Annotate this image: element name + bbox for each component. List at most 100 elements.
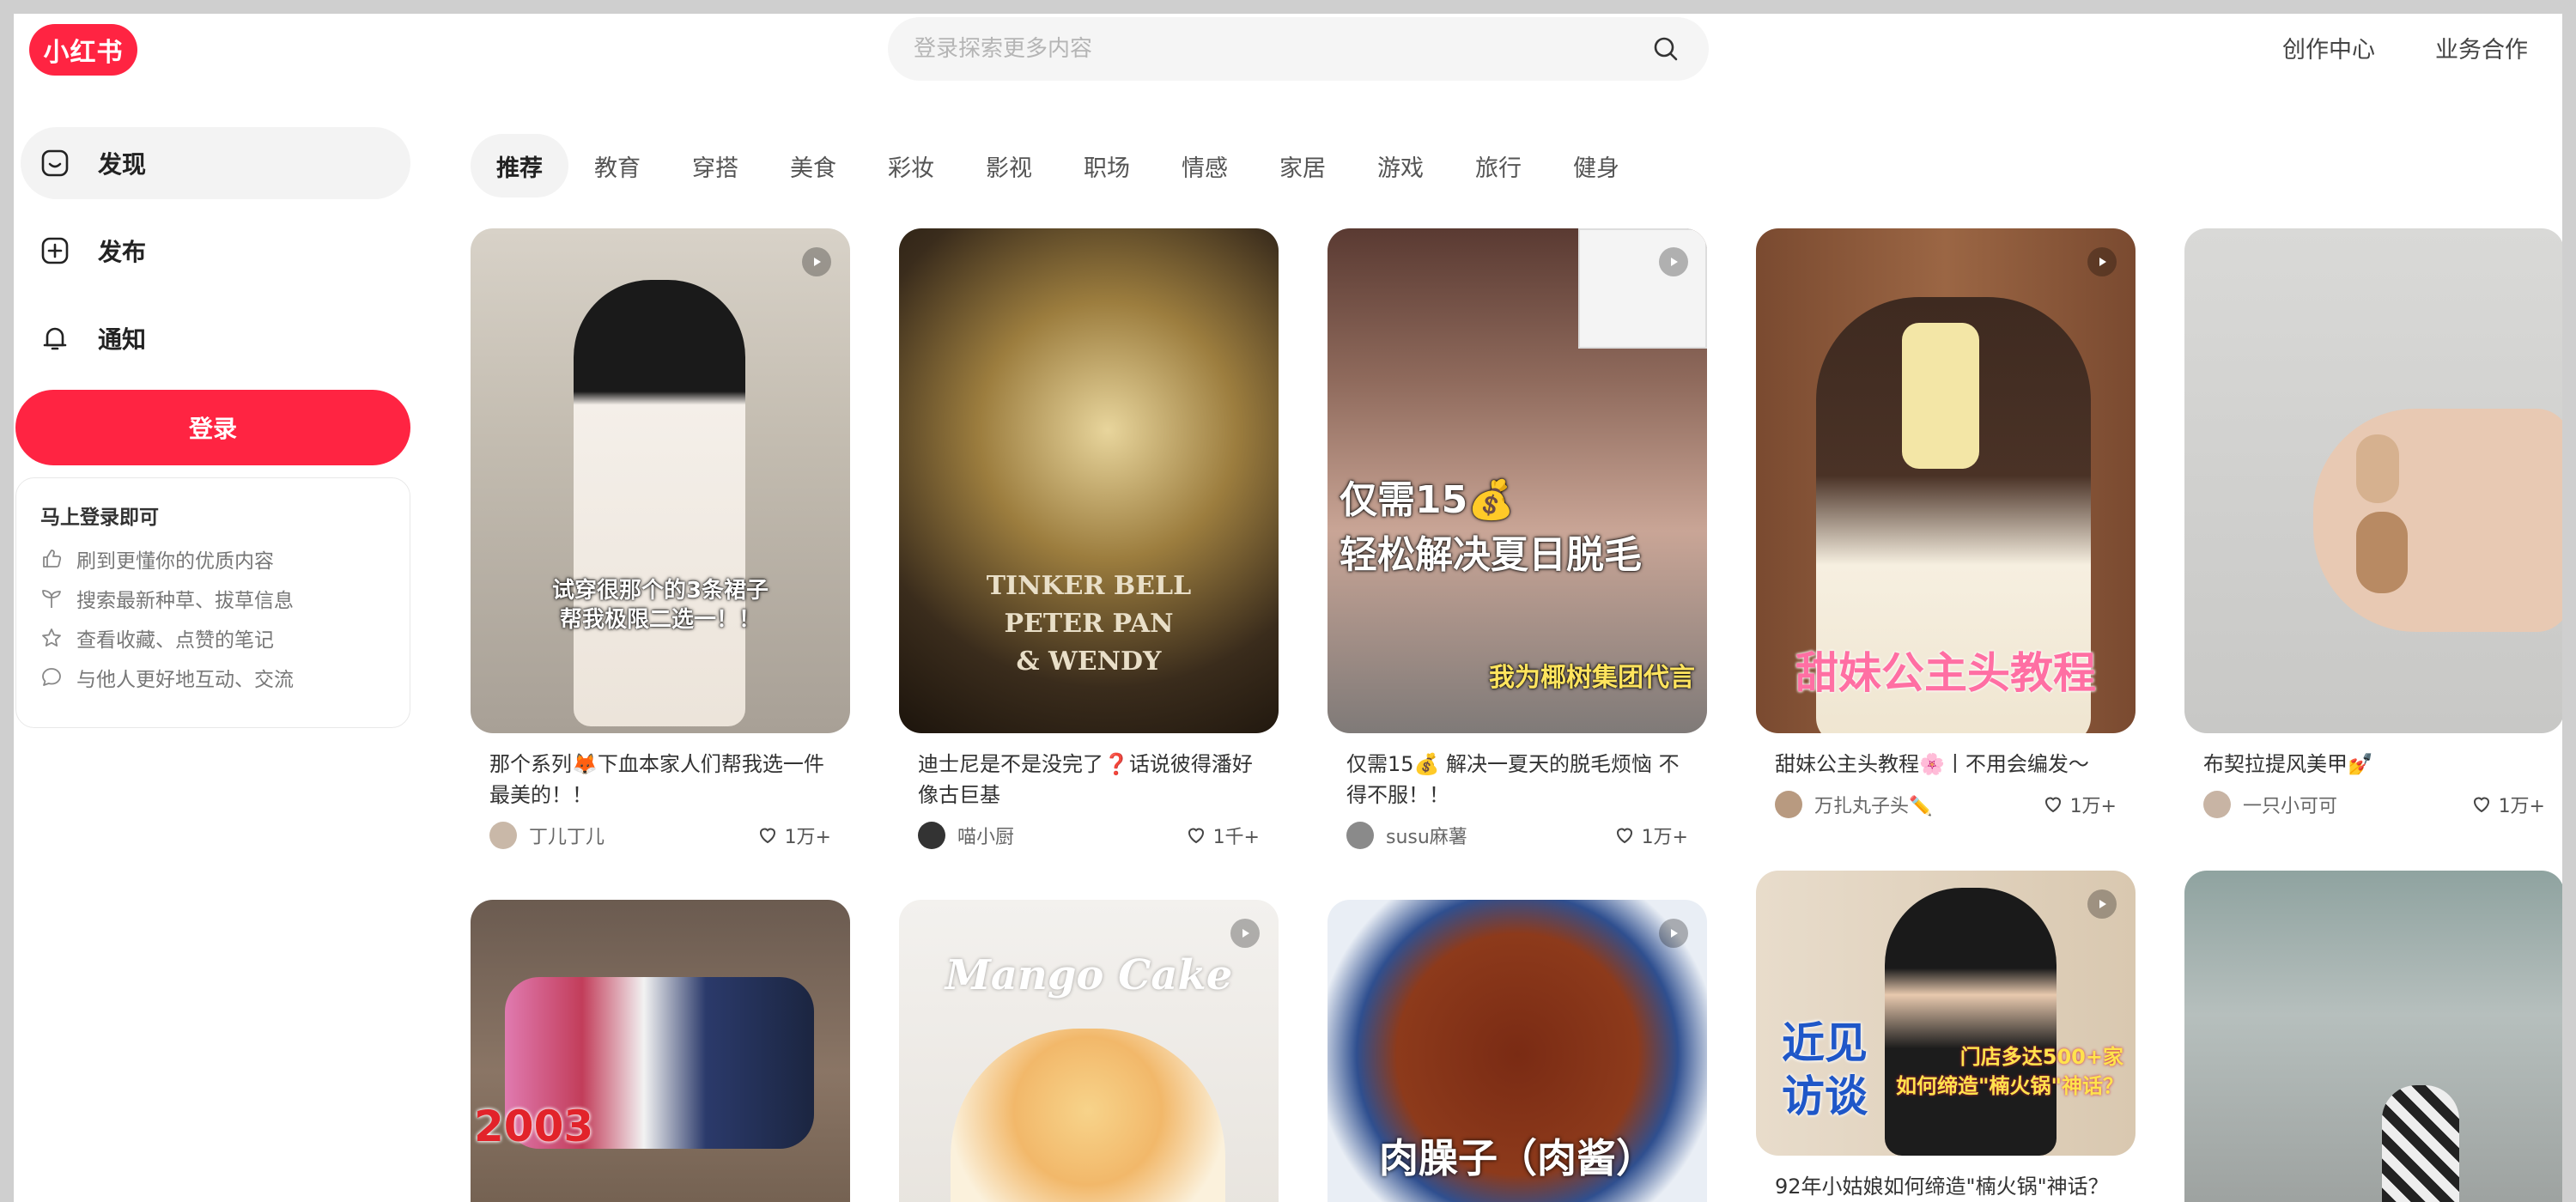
author-name[interactable]: 一只小可可 bbox=[2243, 791, 2337, 818]
note-card[interactable]: 肉臊子（肉酱） bbox=[1327, 900, 1707, 1202]
browser-frame: 小红书 创作中心 业务合作 发现 发布 bbox=[0, 0, 2576, 1202]
note-title[interactable]: 迪士尼是不是没完了❓话说彼得潘好像古巨基 bbox=[899, 733, 1279, 810]
heart-icon bbox=[759, 828, 775, 844]
note-author[interactable]: 一只小可可 bbox=[2203, 791, 2337, 818]
search-icon[interactable] bbox=[1649, 32, 1683, 66]
note-card[interactable]: 试穿很那个的3条裙子 帮我极限二选一！！ 那个系列🦊下血本家人们帮我选一件最美的… bbox=[471, 228, 850, 850]
author-name[interactable]: 万扎丸子头✏️ bbox=[1814, 791, 1932, 818]
sidebar-item-publish[interactable]: 发布 bbox=[21, 215, 410, 287]
note-card[interactable]: 近见 访谈 门店多达500+家 如何缔造"楠火锅"神话？ 92年小姑娘如何缔造"… bbox=[1756, 871, 2136, 1202]
brand-logo[interactable]: 小红书 bbox=[29, 24, 137, 76]
note-cover[interactable] bbox=[2184, 228, 2562, 733]
heart-icon bbox=[1188, 828, 1204, 844]
note-title[interactable]: 仅需15💰 解决一夏天的脱毛烦恼 不得不服！！ bbox=[1327, 733, 1707, 810]
cover-caption-secondary: 门店多达500+家 如何缔造"楠火锅"神话？ bbox=[1895, 1045, 2123, 1098]
note-cover[interactable]: 试穿很那个的3条裙子 帮我极限二选一！！ bbox=[471, 228, 850, 733]
author-name[interactable]: 丁儿丁儿 bbox=[529, 822, 605, 849]
note-cover[interactable]: 近见 访谈 门店多达500+家 如何缔造"楠火锅"神话？ bbox=[1756, 871, 2136, 1156]
avatar[interactable] bbox=[2203, 791, 2231, 818]
like-button[interactable]: 1万+ bbox=[2043, 791, 2117, 818]
like-count: 1千+ bbox=[1212, 827, 1260, 848]
benefit-row: 与他人更好地互动、交流 bbox=[40, 664, 386, 691]
like-button[interactable]: 1万+ bbox=[2471, 791, 2545, 818]
note-title[interactable]: 布契拉提风美甲💅 bbox=[2184, 733, 2562, 780]
tab-emotion[interactable]: 情感 bbox=[1156, 134, 1254, 197]
like-button[interactable]: 1万+ bbox=[757, 822, 831, 849]
tab-movies[interactable]: 影视 bbox=[960, 134, 1058, 197]
note-author[interactable]: 丁儿丁儿 bbox=[489, 822, 605, 849]
like-button[interactable]: 1千+ bbox=[1186, 822, 1260, 849]
tab-education[interactable]: 教育 bbox=[568, 134, 666, 197]
channel-tabs: 推荐 教育 穿搭 美食 彩妆 影视 职场 情感 家居 游戏 旅行 健身 bbox=[471, 134, 1645, 197]
cover-caption: TINKER BELL PETER PAN & WENDY bbox=[986, 571, 1192, 677]
heart-icon bbox=[2473, 797, 2489, 813]
note-cover[interactable]: 肉臊子（肉酱） bbox=[1327, 900, 1707, 1202]
like-count: 1万+ bbox=[1641, 827, 1688, 848]
note-cover[interactable]: TINKER BELL PETER PAN & WENDY bbox=[899, 228, 1279, 733]
note-cover[interactable]: Mango Cake bbox=[899, 900, 1279, 1202]
tab-games[interactable]: 游戏 bbox=[1352, 134, 1449, 197]
chat-bubble-icon bbox=[42, 668, 61, 686]
sprout-icon bbox=[42, 590, 61, 608]
note-card[interactable]: 2003 bbox=[471, 900, 850, 1202]
cover-caption: 甜妹公主头教程 bbox=[1795, 648, 2096, 698]
note-card[interactable]: Mango Cake bbox=[899, 900, 1279, 1202]
tab-recommend[interactable]: 推荐 bbox=[471, 134, 568, 197]
avatar[interactable] bbox=[918, 822, 945, 849]
tab-career[interactable]: 职场 bbox=[1058, 134, 1156, 197]
note-cover[interactable]: 仅需15💰 轻松解决夏日脱毛 我为椰树集团代言 bbox=[1327, 228, 1707, 733]
plus-square-icon bbox=[38, 234, 72, 268]
video-badge-icon bbox=[802, 247, 831, 276]
bell-icon bbox=[38, 321, 72, 355]
search-bar[interactable] bbox=[888, 17, 1709, 81]
note-card[interactable]: TINKER BELL PETER PAN & WENDY 迪士尼是不是没完了❓… bbox=[899, 228, 1279, 850]
note-title[interactable]: 那个系列🦊下血本家人们帮我选一件最美的！！ bbox=[471, 733, 850, 810]
author-name[interactable]: 喵小厨 bbox=[957, 822, 1014, 849]
benefit-row: 搜索最新种草、拔草信息 bbox=[40, 585, 386, 612]
benefit-text: 查看收藏、点赞的笔记 bbox=[76, 629, 274, 652]
note-author[interactable]: 万扎丸子头✏️ bbox=[1775, 791, 1932, 818]
note-cover[interactable]: 2003 bbox=[471, 900, 850, 1202]
star-icon bbox=[42, 628, 61, 647]
heart-icon bbox=[1616, 828, 1632, 844]
sidebar-item-label: 发现 bbox=[98, 150, 147, 179]
note-card[interactable]: 甜妹公主头教程 甜妹公主头教程🌸丨不用会编发～ 万扎丸子头✏️ 1万+ bbox=[1756, 228, 2136, 819]
sidebar-item-notifications[interactable]: 通知 bbox=[21, 302, 410, 374]
avatar[interactable] bbox=[1346, 822, 1374, 849]
benefit-text: 搜索最新种草、拔草信息 bbox=[76, 590, 294, 612]
video-badge-icon bbox=[1659, 247, 1688, 276]
creator-center-link[interactable]: 创作中心 bbox=[2282, 31, 2375, 64]
benefit-row: 查看收藏、点赞的笔记 bbox=[40, 624, 386, 652]
note-card[interactable] bbox=[2184, 871, 2562, 1202]
video-badge-icon bbox=[1230, 919, 1260, 948]
note-title[interactable]: 甜妹公主头教程🌸丨不用会编发～ bbox=[1756, 733, 2136, 780]
tab-fitness[interactable]: 健身 bbox=[1547, 134, 1645, 197]
note-title[interactable]: 92年小姑娘如何缔造"楠火锅"神话？ bbox=[1756, 1156, 2136, 1202]
benefit-row: 刷到更懂你的优质内容 bbox=[40, 545, 386, 573]
note-author[interactable]: 喵小厨 bbox=[918, 822, 1014, 849]
tab-makeup[interactable]: 彩妆 bbox=[862, 134, 960, 197]
note-card[interactable]: 仅需15💰 轻松解决夏日脱毛 我为椰树集团代言 仅需15💰 解决一夏天的脱毛烦恼… bbox=[1327, 228, 1707, 850]
author-name[interactable]: susu麻薯 bbox=[1386, 822, 1467, 849]
avatar[interactable] bbox=[1775, 791, 1802, 818]
tab-travel[interactable]: 旅行 bbox=[1449, 134, 1547, 197]
avatar[interactable] bbox=[489, 822, 517, 849]
note-card[interactable]: 布契拉提风美甲💅 一只小可可 1万+ bbox=[2184, 228, 2562, 819]
tab-food[interactable]: 美食 bbox=[764, 134, 862, 197]
note-footer: 万扎丸子头✏️ 1万+ bbox=[1756, 780, 2136, 819]
search-input[interactable] bbox=[914, 36, 1649, 62]
login-button[interactable]: 登录 bbox=[15, 390, 410, 465]
tab-home[interactable]: 家居 bbox=[1254, 134, 1352, 197]
tab-outfit[interactable]: 穿搭 bbox=[666, 134, 764, 197]
cover-caption: 近见 访谈 bbox=[1782, 1018, 1868, 1121]
note-footer: susu麻薯 1万+ bbox=[1327, 810, 1707, 850]
sidebar: 发现 发布 通知 登录 马上登录即可 刷到更懂你的优质内容 搜索最新种草、拔草信… bbox=[14, 127, 417, 728]
login-benefits-card: 马上登录即可 刷到更懂你的优质内容 搜索最新种草、拔草信息 查看收藏、点赞的笔记… bbox=[15, 477, 410, 728]
note-author[interactable]: susu麻薯 bbox=[1346, 822, 1467, 849]
sidebar-item-discover[interactable]: 发现 bbox=[21, 127, 410, 199]
note-cover[interactable] bbox=[2184, 871, 2562, 1202]
like-button[interactable]: 1万+ bbox=[1614, 822, 1688, 849]
note-cover[interactable]: 甜妹公主头教程 bbox=[1756, 228, 2136, 733]
business-link[interactable]: 业务合作 bbox=[2435, 31, 2528, 64]
cover-caption: 肉臊子（肉酱） bbox=[1379, 1135, 1656, 1181]
